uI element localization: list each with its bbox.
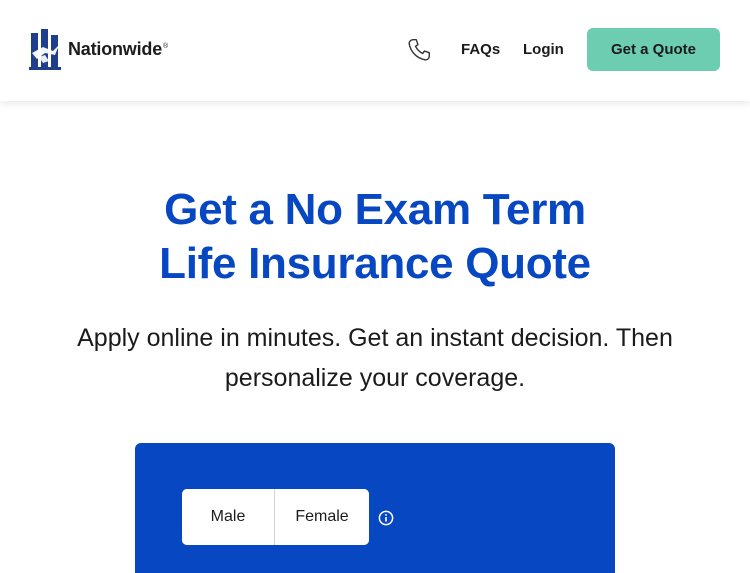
gender-female-option[interactable]: Female xyxy=(275,489,369,545)
hero-subtitle-line-2: personalize your coverage. xyxy=(224,364,526,392)
nav-login-link[interactable]: Login xyxy=(523,41,564,58)
nav-faqs-link[interactable]: FAQs xyxy=(461,41,500,58)
phone-icon[interactable] xyxy=(406,37,432,63)
hero-title-line-2: Life Insurance Quote xyxy=(159,239,591,288)
quote-form-panel: Male Female xyxy=(135,443,615,573)
hero-subtitle-line-1: Apply online in minutes. Get an instant … xyxy=(77,324,673,352)
hero-title: Get a No Exam Term Life Insurance Quote xyxy=(0,183,750,291)
gender-selector: Male Female xyxy=(182,489,369,545)
brand-name: Nationwide xyxy=(68,38,163,59)
site-header: Nationwide® FAQs Login Get a Quote xyxy=(0,0,750,101)
hero-subtitle: Apply online in minutes. Get an instant … xyxy=(60,318,690,398)
get-a-quote-button[interactable]: Get a Quote xyxy=(587,28,720,71)
hero-title-line-1: Get a No Exam Term xyxy=(164,185,586,234)
nationwide-eagle-icon xyxy=(29,29,61,70)
nationwide-logo[interactable]: Nationwide® xyxy=(29,27,168,71)
gender-male-option[interactable]: Male xyxy=(182,489,275,545)
info-icon[interactable] xyxy=(378,510,394,526)
brand-registered-mark: ® xyxy=(163,42,168,50)
